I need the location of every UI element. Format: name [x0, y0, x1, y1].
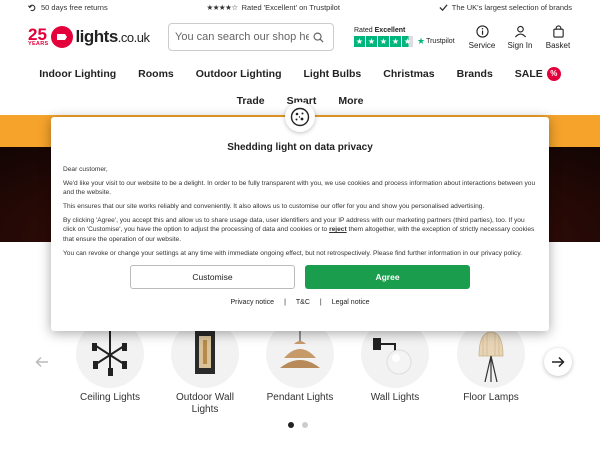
- return-icon: [28, 4, 36, 11]
- trust-rating-text: Rated Excellent: [354, 27, 455, 34]
- category-label: Ceiling Lights: [79, 392, 141, 403]
- carousel-dot-2[interactable]: [302, 422, 308, 428]
- logo-bulb-icon: [51, 26, 74, 48]
- paragraph-3: By clicking 'Agree', you accept this and…: [63, 216, 537, 243]
- agree-button[interactable]: Agree: [305, 264, 470, 289]
- nav-item-christmas[interactable]: Christmas: [383, 60, 434, 87]
- cookie-consent-dialog: Shedding light on data privacy Dear cust…: [51, 102, 549, 331]
- signin-label: Sign In: [507, 40, 533, 50]
- trust-excellent-label: Excellent: [374, 27, 406, 34]
- link-separator: |: [284, 298, 286, 306]
- category-outdoor-wall-lights[interactable]: Outdoor Wall Lights: [160, 320, 250, 416]
- sale-label: SALE: [514, 67, 543, 80]
- category-pendant-lights[interactable]: Pendant Lights: [255, 320, 345, 404]
- customise-button[interactable]: Customise: [130, 264, 295, 289]
- user-icon: [514, 25, 526, 37]
- info-icon: [475, 24, 489, 38]
- trustpilot-widget[interactable]: Rated Excellent ★ ★ ★ ★ ★ ★ Trustpilot: [354, 27, 455, 47]
- privacy-notice-link[interactable]: Privacy notice: [231, 299, 275, 306]
- dialog-body: Dear customer, We'd like your visit to o…: [63, 165, 537, 258]
- basket-icon: [552, 24, 564, 38]
- rating-text: Rated 'Excellent' on Trustpilot: [241, 2, 340, 12]
- nav-item-light-bulbs[interactable]: Light Bulbs: [304, 60, 362, 87]
- logo-wordmark: lights.co.uk: [75, 27, 150, 47]
- returns-info: 50 days free returns: [28, 3, 108, 12]
- category-floor-lamps[interactable]: Floor Lamps: [446, 320, 536, 404]
- arrow-left-icon: [35, 356, 48, 368]
- anniversary-badge: 25 YEARS: [28, 24, 49, 48]
- rating-stars-icon: ★★★★☆: [206, 2, 238, 12]
- paragraph-1: We'd like your visit to our website to b…: [63, 180, 536, 197]
- returns-text: 50 days free returns: [41, 2, 108, 12]
- carousel-next-button[interactable]: [544, 348, 572, 376]
- nav-item-trade[interactable]: Trade: [237, 87, 265, 114]
- category-label: Outdoor Wall Lights: [176, 392, 234, 415]
- anniversary-label: YEARS: [28, 41, 49, 48]
- nav-item-indoor-lighting[interactable]: Indoor Lighting: [39, 60, 116, 87]
- paragraph-2: This ensures that our site works reliabl…: [63, 203, 485, 211]
- trustpilot-label: Trustpilot: [426, 38, 455, 45]
- logo-suffix: .co.uk: [117, 30, 150, 45]
- reject-link[interactable]: reject: [329, 226, 347, 233]
- cookie-icon: [285, 102, 315, 132]
- anniversary-number: 25: [28, 24, 47, 44]
- dialog-title: Shedding light on data privacy: [227, 142, 373, 153]
- search-icon[interactable]: [309, 28, 327, 46]
- signin-button[interactable]: Sign In: [506, 25, 534, 50]
- carousel-dot-1[interactable]: [288, 422, 294, 428]
- carousel-prev-button[interactable]: [28, 348, 56, 376]
- site-header: 25 YEARS lights.co.uk You can search our…: [0, 14, 600, 60]
- trustpilot-stars-icon: ★ ★ ★ ★ ★: [354, 36, 413, 47]
- trustpilot-logo: ★ Trustpilot: [417, 36, 455, 46]
- arrow-right-icon: [552, 356, 565, 368]
- nav-item-sale[interactable]: SALE%: [515, 60, 561, 87]
- category-label: Pendant Lights: [266, 392, 334, 403]
- category-label: Floor Lamps: [463, 392, 519, 403]
- selection-info: The UK's largest selection of brands: [439, 3, 572, 12]
- carousel-pagination: [288, 422, 308, 428]
- logo-name: lights: [75, 27, 118, 46]
- legal-notice-link[interactable]: Legal notice: [332, 299, 370, 306]
- legal-links: Privacy notice | T&C | Legal notice: [63, 299, 537, 306]
- nav-item-brands[interactable]: Brands: [457, 60, 493, 87]
- search-field[interactable]: You can search our shop here: [168, 23, 334, 51]
- link-separator: |: [319, 298, 322, 306]
- category-label: Wall Lights: [370, 392, 420, 403]
- category-carousel: Ceiling Lights Outdoor Wall Lights Penda…: [0, 320, 600, 430]
- greeting-text: Dear customer,: [63, 166, 108, 173]
- service-button[interactable]: Service: [468, 24, 496, 50]
- check-icon: [439, 3, 448, 11]
- basket-button[interactable]: Basket: [544, 24, 572, 50]
- basket-label: Basket: [545, 40, 571, 50]
- rating-info: ★★★★☆ Rated 'Excellent' on Trustpilot: [206, 3, 339, 12]
- trust-rated-label: Rated: [354, 27, 373, 34]
- top-bar: 50 days free returns ★★★★☆ Rated 'Excell…: [0, 0, 600, 14]
- paragraph-4: You can revoke or change your settings a…: [63, 249, 522, 257]
- nav-item-outdoor-lighting[interactable]: Outdoor Lighting: [196, 60, 282, 87]
- search-input[interactable]: You can search our shop here: [175, 31, 309, 43]
- terms-link[interactable]: T&C: [296, 299, 310, 306]
- nav-item-more[interactable]: More: [338, 87, 363, 114]
- category-wall-lights[interactable]: Wall Lights: [350, 320, 440, 404]
- service-label: Service: [468, 40, 496, 50]
- nav-item-rooms[interactable]: Rooms: [138, 60, 174, 87]
- site-logo[interactable]: 25 YEARS lights.co.uk: [28, 26, 168, 48]
- sale-percent-icon: %: [546, 66, 561, 81]
- selection-text: The UK's largest selection of brands: [451, 2, 572, 12]
- category-ceiling-lights[interactable]: Ceiling Lights: [65, 320, 155, 404]
